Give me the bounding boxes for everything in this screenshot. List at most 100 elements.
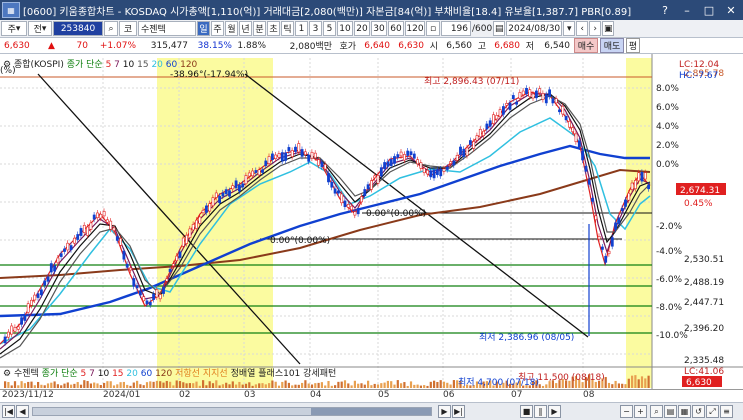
zoom-out-icon[interactable]: − [620,405,633,418]
sub-legend-ma10[interactable]: 10 [98,369,109,379]
candle [185,234,189,244]
magnifier-icon[interactable]: ⌕ [650,405,663,418]
settings-icon[interactable]: ▫ [426,21,440,36]
count-apply-icon[interactable]: ▤ [493,21,506,36]
zoom-in-icon[interactable]: + [634,405,647,418]
stock-name-field[interactable]: 수젠텍 [138,21,196,36]
mode-second-button[interactable]: 초 [267,21,280,36]
sell-button[interactable]: 매도 [600,38,624,53]
sub-legend-ma120[interactable]: 120 [155,369,172,379]
chart-type-select[interactable]: 주 ▾ [1,21,27,36]
y-pct-0: 8.0% [656,84,679,94]
count-input[interactable]: 196 [441,21,471,36]
nav-forward-icon[interactable]: › [589,21,602,36]
mode-month-button[interactable]: 월 [225,21,238,36]
scroll-thumb[interactable] [311,408,431,415]
interval-30-button[interactable]: 30 [371,21,387,36]
legend-ma10[interactable]: 10 [123,60,134,70]
sub-legend-series[interactable]: 종가 단순 [42,369,78,379]
legend-series[interactable]: 종가 단순 [67,60,103,70]
mode-minute-button[interactable]: 분 [253,21,266,36]
legend-ma7[interactable]: 7 [114,60,120,70]
volume-bar [370,385,373,388]
volume-bar [621,383,624,388]
sub-legend-title[interactable]: 수젠텍 [14,369,39,379]
app-icon[interactable]: ▦ [2,2,20,18]
legend-title[interactable]: 종합(KOSPI) [14,60,64,70]
legend-ma5[interactable]: 5 [106,60,112,70]
interval-1-button[interactable]: 1 [295,21,308,36]
layout-icon[interactable]: ▤ [664,405,677,418]
buy-button[interactable]: 매수 [574,38,598,53]
candle [168,268,172,272]
sub-legend-resistance[interactable]: 저항선 [175,369,200,379]
mode-day-button[interactable]: 일 [197,21,210,36]
maximize-icon[interactable]: □ [699,2,719,18]
legend-ma20[interactable]: 20 [151,60,162,70]
candle [59,253,63,257]
candle [340,193,344,204]
average-button[interactable]: 평 [626,38,640,53]
nav-back-icon[interactable]: ‹ [576,21,589,36]
interval-5-button[interactable]: 5 [323,21,336,36]
date-input[interactable]: 2024/08/30 [506,21,563,36]
pin-icon[interactable]: ▣ [602,21,615,36]
next-icon[interactable]: ▶ [438,405,451,418]
stop-icon[interactable]: ■ [520,405,533,418]
close-icon[interactable]: ✕ [721,2,741,18]
candle [198,216,202,224]
sub-legend-pattern[interactable]: 정배열 플래스101 강세패턴 [231,369,337,379]
legend-ma15[interactable]: 15 [137,60,148,70]
sub-legend-ma7[interactable]: 7 [89,369,95,379]
legend-ma60[interactable]: 60 [166,60,177,70]
volume-bar [33,385,36,388]
interval-120-button[interactable]: 120 [405,21,425,36]
candle [66,242,70,251]
chart-scrollbar[interactable]: |◀ ◀ ▶ ▶| ■ ‖ ▶ − + ⌕ ▤ ▦ ↺ ⤢ ≡ [0,402,743,420]
mode-week-button[interactable]: 주 [211,21,224,36]
sub-legend-ma5[interactable]: 5 [81,369,87,379]
prev-icon[interactable]: ◀ [16,405,29,418]
expand-icon[interactable]: ⤢ [706,405,719,418]
help-icon[interactable]: ? [655,2,675,18]
price-chart[interactable]: 2,895.78 2,530.51 2,488.19 2,447.71 2,39… [0,54,743,390]
volume-bar [307,383,310,388]
scroll-track[interactable] [32,407,432,416]
first-icon[interactable]: |◀ [2,405,15,418]
code-input[interactable]: 253840 [53,21,103,36]
interval-10-button[interactable]: 10 [337,21,353,36]
candle [178,251,182,258]
interval-3-button[interactable]: 3 [309,21,322,36]
search-icon[interactable]: ⌕ [104,21,118,36]
prev-button[interactable]: 전 ▾ [28,21,52,36]
candle [554,98,558,104]
sub-legend-support[interactable]: 지지선 [203,369,228,379]
volume-bar [419,385,422,388]
volume-bar [604,377,607,388]
interval-20-button[interactable]: 20 [354,21,370,36]
reset-icon[interactable]: ↺ [692,405,705,418]
sub-legend-ma60[interactable]: 60 [141,369,152,379]
candle [633,180,637,190]
volume-bar [182,382,185,388]
volume-bar [30,381,33,388]
play-icon[interactable]: ▶ [548,405,561,418]
market-select[interactable]: 코 [119,21,137,36]
volume-value: 315,477 [150,40,188,51]
calendar-icon[interactable]: ▾ [563,21,576,36]
legend-ma120[interactable]: 120 [180,60,197,70]
sub-legend-settings-icon[interactable]: ⚙ [3,369,11,379]
mode-year-button[interactable]: 년 [239,21,252,36]
grid-icon[interactable]: ▦ [678,405,691,418]
sub-legend-ma20[interactable]: 20 [126,369,137,379]
minimize-icon[interactable]: – [677,2,697,18]
last-icon[interactable]: ▶| [452,405,465,418]
interval-60-button[interactable]: 60 [388,21,404,36]
sub-legend-ma15[interactable]: 15 [112,369,123,379]
menu-icon[interactable]: ≡ [720,405,733,418]
candle [508,102,512,110]
mode-tick-button[interactable]: 틱 [281,21,294,36]
candle [241,183,245,188]
volume-bar [287,382,290,388]
pause-icon[interactable]: ‖ [534,405,547,418]
